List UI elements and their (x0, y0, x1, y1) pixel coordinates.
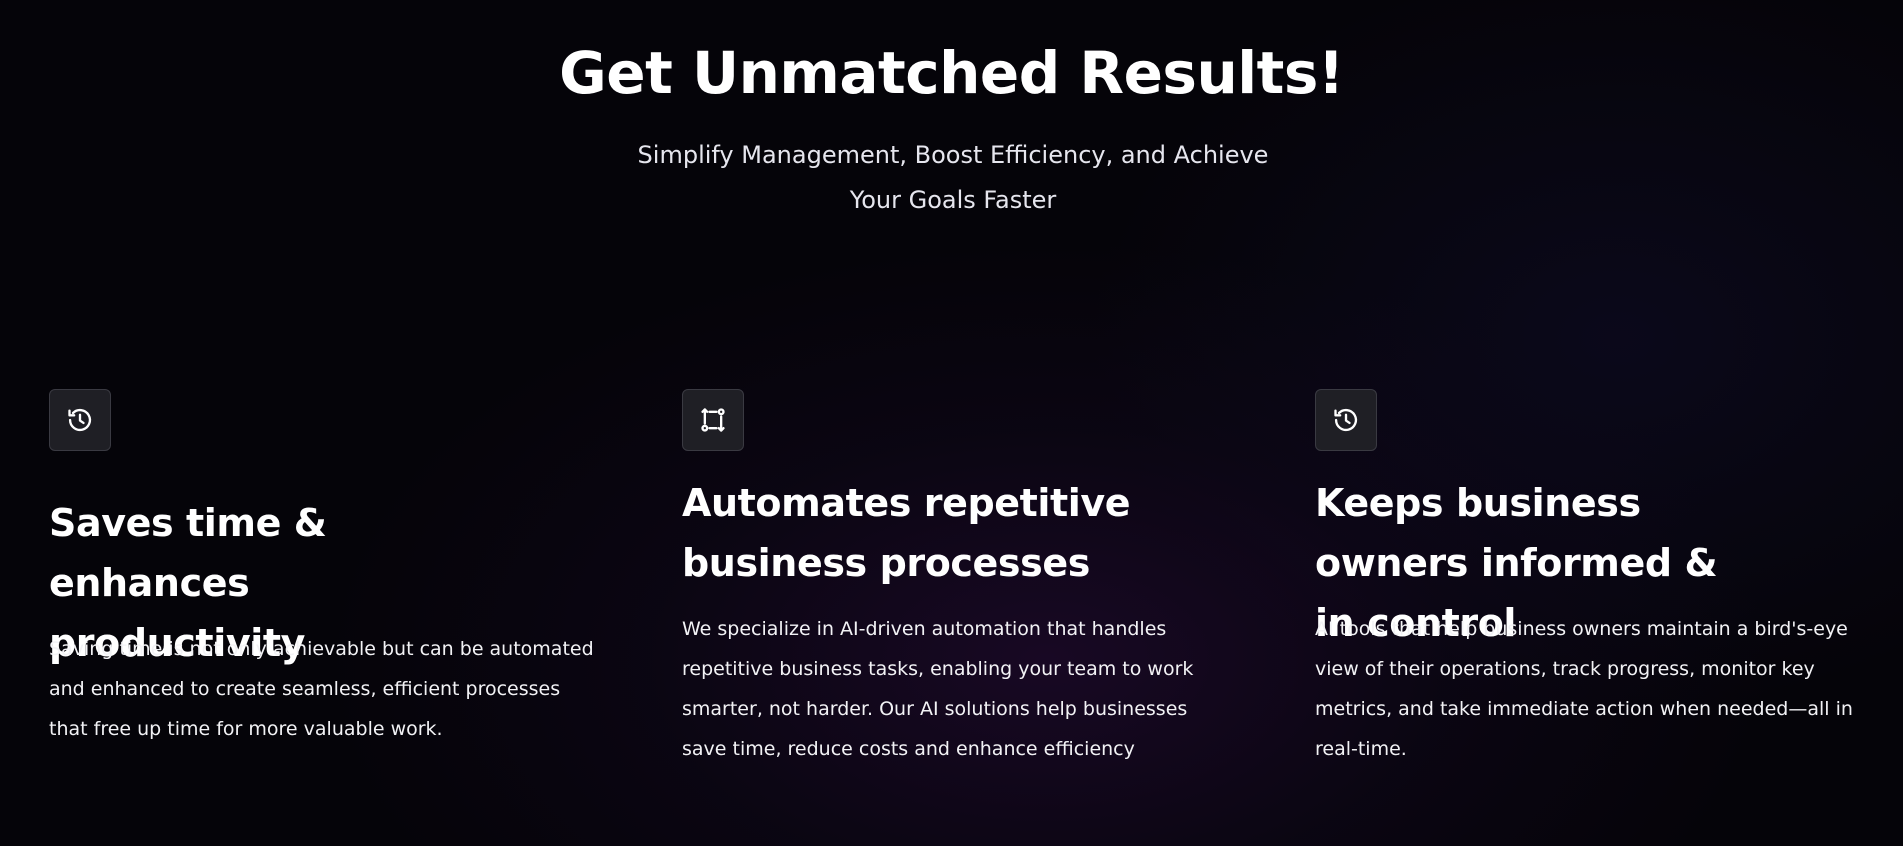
page-subtitle: Simplify Management, Boost Efficiency, a… (637, 141, 1269, 214)
feature-title: Automates repetitive business processes (682, 481, 1131, 585)
feature-description: We specialize in AI-driven automation th… (682, 618, 1194, 760)
feature-card-saves-time: Saves time & enhances productivity Savin… (49, 389, 609, 740)
feature-description: Saving time is not only achievable but c… (49, 638, 594, 740)
feature-description: AI tools that help business owners maint… (1315, 618, 1853, 760)
history-clock-icon (49, 389, 111, 451)
feature-card-automates: Automates repetitive business processes … (682, 389, 1242, 760)
workflow-arrows-icon (682, 389, 744, 451)
feature-card-keeps-informed: Keeps business owners informed & in cont… (1315, 389, 1875, 760)
page-title: Get Unmatched Results! (559, 39, 1344, 107)
history-clock-icon (1315, 389, 1377, 451)
